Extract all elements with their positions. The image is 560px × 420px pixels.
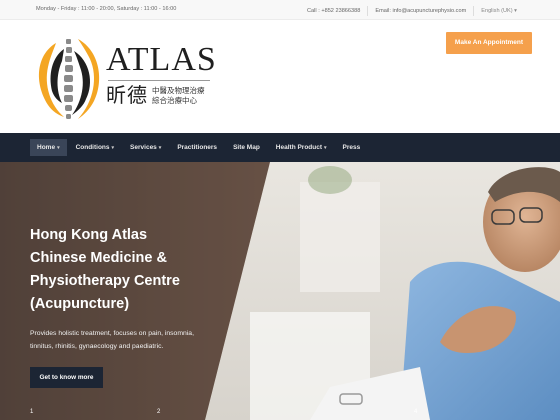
hero-title-line: Physiotherapy Centre: [30, 273, 180, 289]
nav-item-label: Conditions: [75, 144, 110, 151]
logo-chinese-line: 綜合治療中心: [152, 96, 197, 105]
top-info-bar: Monday - Friday : 11:00 - 20:00, Saturda…: [0, 0, 560, 20]
hero-title-line: Chinese Medicine &: [30, 250, 167, 266]
nav-item-label: Health Product: [275, 144, 323, 151]
hero-title-line: Hong Kong Atlas: [30, 227, 148, 243]
nav-item-practitioners[interactable]: Practitioners: [170, 139, 224, 156]
nav-item-services[interactable]: Services ▾: [123, 139, 168, 156]
nav-item-home[interactable]: Home ▾: [30, 139, 67, 156]
make-appointment-button[interactable]: Make An Appointment: [446, 32, 532, 54]
hero-description: Provides holistic treatment, focuses on …: [30, 330, 194, 350]
nav-item-label: Practitioners: [177, 144, 218, 151]
chevron-down-icon: ▾: [111, 144, 115, 151]
logo-divider: [108, 80, 210, 81]
hero-title: Hong Kong Atlas Chinese Medicine & Physiot…: [30, 224, 230, 316]
nav-item-label: Press: [342, 144, 361, 151]
hero-banner: Hong Kong Atlas Chinese Medicine & Physiot…: [0, 162, 560, 420]
logo-chinese-name: 昕德: [106, 83, 148, 107]
atlas-spine-logo-icon: [38, 39, 100, 119]
nav-item-label: Site Map: [233, 144, 260, 151]
nav-item-label: Services: [130, 144, 157, 151]
main-navigation: Home ▾ Conditions ▾ Services ▾ Practitioners Si…: [0, 133, 560, 162]
nav-item-health-product[interactable]: Health Product ▾: [269, 139, 334, 156]
chevron-down-icon: ▾: [324, 144, 327, 151]
top-contact-group: Call : +852 23866388 Email: info@acupunc…: [300, 6, 524, 16]
email-link[interactable]: Email: info@acupuncturephysio.com: [368, 8, 473, 14]
logo-chinese-line: 中醫及物理治療: [152, 86, 205, 95]
site-header: ATLAS 昕德 中醫及物理治療 綜合治療中心 Make An Appointm…: [0, 21, 560, 133]
site-logo[interactable]: ATLAS 昕德 中醫及物理治療 綜合治療中心: [34, 35, 216, 123]
logo-chinese-subtitle: 中醫及物理治療 綜合治療中心: [152, 86, 205, 106]
hero-title-line: (Acupuncture): [30, 296, 130, 312]
get-to-know-more-button[interactable]: Get to know more: [30, 367, 103, 388]
phone-number[interactable]: Call : +852 23866388: [300, 8, 367, 14]
chevron-down-icon: ▾: [57, 144, 60, 151]
nav-item-label: Home: [37, 144, 56, 151]
slide-pager-item[interactable]: 4: [414, 409, 417, 415]
logo-wordmark: ATLAS: [106, 41, 217, 78]
chevron-down-icon: ▾: [158, 144, 162, 151]
slide-pager-item[interactable]: 2: [157, 409, 160, 415]
slide-pager-item[interactable]: 1: [30, 409, 33, 415]
nav-item-conditions[interactable]: Conditions ▾: [69, 139, 121, 156]
language-selector[interactable]: English (UK) ▾: [474, 8, 524, 14]
nav-item-press[interactable]: Press: [336, 139, 368, 156]
opening-hours: Monday - Friday : 11:00 - 20:00, Saturda…: [36, 6, 177, 12]
nav-item-site-map[interactable]: Site Map: [226, 139, 267, 156]
hero-content: Hong Kong Atlas Chinese Medicine & Physiot…: [30, 224, 230, 388]
